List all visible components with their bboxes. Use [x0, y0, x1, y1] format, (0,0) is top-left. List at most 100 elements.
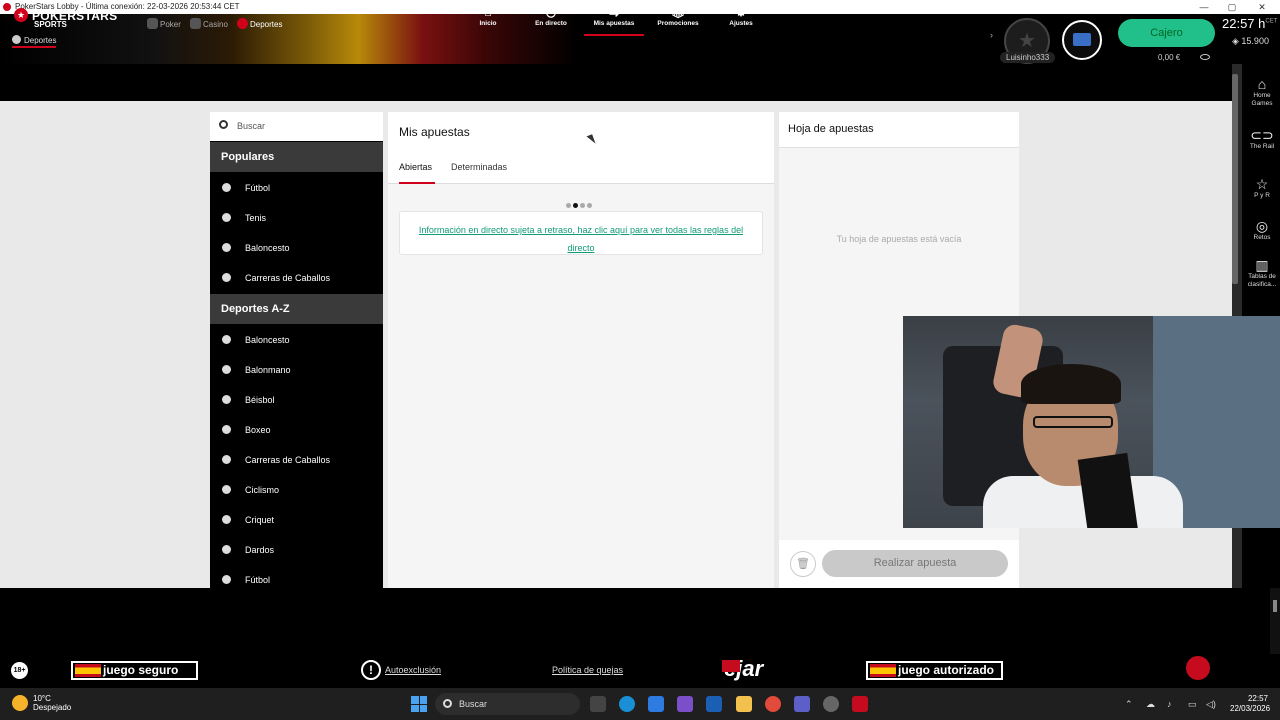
tray-chevron-icon[interactable]: ⌃ [1125, 699, 1133, 710]
webcam-overlay [903, 316, 1280, 528]
clock: 22:57 hCET [1222, 16, 1278, 31]
visual-studio-icon[interactable] [677, 696, 693, 712]
product-tab-casino[interactable]: Casino [190, 18, 228, 29]
sidebar-item-carreras[interactable]: Carreras de Caballos [210, 263, 383, 293]
sidebar-item-ciclismo[interactable]: Ciclismo [210, 475, 383, 505]
eye-icon[interactable] [1200, 54, 1210, 60]
minimize-button[interactable]: — [1190, 0, 1218, 14]
stopwatch-icon: ◷ [545, 5, 557, 19]
juego-autorizado-badge[interactable]: juego autorizado [866, 661, 1003, 680]
sidebar-item-baloncesto[interactable]: Baloncesto [210, 233, 383, 263]
weather-icon[interactable] [12, 695, 28, 711]
pokerstars-app-icon [3, 3, 11, 11]
weather-widget[interactable]: 10°C Despejado [33, 694, 71, 712]
rail-retos[interactable]: ◎ Retos [1243, 218, 1280, 242]
bars-icon: ▥ [1255, 257, 1269, 273]
sidebar-item-criquet[interactable]: Criquet [210, 505, 383, 535]
tray-network-icon[interactable]: ▭ [1188, 699, 1197, 710]
section-label[interactable]: Deportes [12, 35, 56, 45]
chrome-icon[interactable] [765, 696, 781, 712]
tab-determinadas[interactable]: Determinadas [451, 162, 507, 172]
task-view-icon[interactable] [590, 696, 606, 712]
edge-icon[interactable] [619, 696, 635, 712]
az-header: Deportes A-Z [210, 294, 383, 324]
taskbar-clock[interactable]: 22:57 22/03/2026 [1230, 694, 1270, 714]
rail-icon: ⊂⊃ [1250, 127, 1274, 143]
poker-icon [147, 18, 158, 29]
soccer-ball-icon [222, 575, 231, 584]
file-explorer-icon[interactable] [736, 696, 752, 712]
handball-icon [222, 365, 231, 374]
popular-header: Populares [210, 142, 383, 172]
basketball-icon [222, 243, 231, 252]
complaints-link[interactable]: Política de quejas [552, 665, 623, 675]
tennis-ball-icon [222, 213, 231, 222]
sidebar-item-carreras-az[interactable]: Carreras de Caballos [210, 445, 383, 475]
tray-volume-icon[interactable]: ◁) [1206, 699, 1216, 710]
tray-cloud-icon[interactable]: ☁ [1146, 699, 1155, 710]
ejar-logo[interactable]: ejar [721, 656, 763, 682]
rail-the-rail[interactable]: ⊂⊃ The Rail [1243, 127, 1280, 151]
nav-mis-apuestas[interactable]: ⇆ Mis apuestas [584, 5, 644, 36]
sidebar-item-dardos[interactable]: Dardos [210, 535, 383, 565]
tab-abiertas[interactable]: Abiertas [399, 162, 432, 172]
basketball-icon [222, 335, 231, 344]
sidebar-item-balonmano[interactable]: Balonmano [210, 355, 383, 385]
search-input[interactable]: Buscar [237, 121, 265, 131]
chest-reward-icon[interactable] [1062, 20, 1102, 60]
maximize-button[interactable]: ▢ [1218, 0, 1246, 14]
live-info-box: Información en directo sujeta a retraso,… [399, 211, 763, 255]
betslip-title: Hoja de apuestas [788, 123, 874, 135]
self-exclusion-link[interactable]: Autoexclusión [385, 665, 441, 675]
close-button[interactable]: ✕ [1248, 0, 1276, 14]
scrollbar-thumb[interactable] [1232, 74, 1238, 284]
cashier-button[interactable]: Cajero [1118, 19, 1215, 47]
pokerstars-taskbar-icon[interactable] [852, 696, 868, 712]
chevron-right-icon[interactable]: › [990, 30, 993, 40]
sidebar-item-tenis[interactable]: Tenis [210, 203, 383, 233]
betslip-empty-text: Tu hoja de apuestas está vacía [836, 234, 962, 244]
sidebar-item-boxeo[interactable]: Boxeo [210, 415, 383, 445]
outer-scrollbar[interactable] [1270, 588, 1280, 654]
age-badge: 18+ [11, 662, 28, 679]
stop-hand-icon[interactable] [1186, 656, 1210, 680]
rail-pyr[interactable]: ☆ P y R [1243, 176, 1280, 200]
product-tab-poker[interactable]: Poker [147, 18, 181, 29]
balance: 0,00 € [1158, 53, 1181, 62]
house-icon: ⌂ [1257, 76, 1267, 92]
app-icon[interactable] [823, 696, 839, 712]
place-bet-button[interactable]: Realizar apuesta [822, 550, 1008, 577]
sidebar-item-baloncesto-az[interactable]: Baloncesto [210, 325, 383, 355]
sports-search[interactable]: Buscar [210, 112, 383, 141]
sports-icon [237, 18, 248, 29]
nav-promociones[interactable]: 🎁︎ Promociones [648, 5, 708, 27]
swap-icon: ⇆ [608, 5, 620, 19]
mail-icon[interactable] [706, 696, 722, 712]
page-title: Mis apuestas [399, 125, 470, 139]
trash-icon[interactable]: 🗑︎ [790, 551, 816, 577]
username[interactable]: Luisinho333 [1000, 52, 1056, 63]
product-tab-deportes[interactable]: Deportes [237, 18, 282, 29]
nav-ajustes[interactable]: ⚙ Ajustes [711, 5, 771, 27]
teams-icon[interactable] [794, 696, 810, 712]
juego-seguro-badge[interactable]: juego seguro [71, 661, 198, 680]
nav-en-directo[interactable]: ◷ En directo [521, 5, 581, 27]
nav-inicio[interactable]: ⌂ Inicio [458, 5, 518, 27]
sidebar-item-beisbol[interactable]: Béisbol [210, 385, 383, 415]
store-icon[interactable] [648, 696, 664, 712]
rail-home-games[interactable]: ⌂ Home Games [1243, 76, 1280, 108]
rail-tablas[interactable]: ▥ Tablas de clasifica... [1243, 257, 1280, 289]
target-icon: ◎ [1255, 218, 1269, 234]
search-icon [443, 699, 452, 708]
casino-icon [190, 18, 201, 29]
windows-start-icon[interactable] [411, 696, 427, 712]
spain-flag-icon [75, 664, 101, 677]
gift-icon: 🎁︎ [670, 5, 686, 19]
bicycle-icon [222, 485, 231, 494]
boxing-glove-icon [222, 425, 231, 434]
live-rules-link[interactable]: Información en directo sujeta a retraso,… [419, 225, 743, 253]
taskbar-search[interactable]: Buscar [435, 693, 580, 715]
sidebar-item-futbol[interactable]: Fútbol [210, 173, 383, 203]
horse-icon [222, 273, 231, 282]
tray-mic-icon[interactable]: ♪ [1167, 699, 1172, 709]
